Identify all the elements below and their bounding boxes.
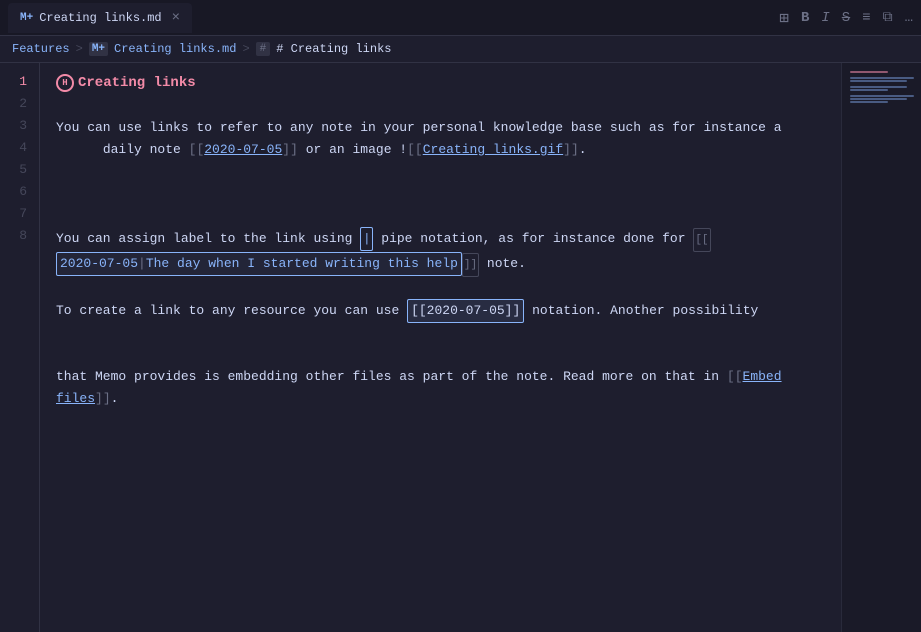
line3-link2-wrapper: [[Creating links.gif]] [407, 139, 579, 161]
line3-link1[interactable]: 2020-07-05 [204, 139, 282, 161]
breadcrumb-md-icon: M+ [89, 42, 108, 56]
tab-label: Creating links.md [39, 11, 161, 25]
split-icon[interactable]: ⧉ [883, 10, 893, 26]
minimap-line-5b [850, 89, 888, 91]
breadcrumb-sep2: > [242, 42, 249, 56]
line5-text2: pipe notation, as for instance done for [373, 228, 693, 250]
line5-text3: note. [479, 253, 526, 275]
line5-wiki-date: 2020-07-05 [60, 253, 138, 275]
tab-md-icon: M+ [20, 12, 33, 24]
title-bar: M+ Creating links.md × ⊞ B I S ≡ ⧉ … [0, 0, 921, 36]
line3-close-bracket1: ]] [282, 139, 298, 161]
line5-wiki-label: The day when I started writing this help [146, 253, 458, 275]
line7-text2: notation. Another possibility [524, 300, 758, 322]
minimap [841, 63, 921, 632]
breadcrumb-file[interactable]: Creating links.md [114, 42, 236, 56]
line7-end: . [111, 388, 119, 410]
line-2 [56, 95, 825, 117]
title-bar-left: M+ Creating links.md × [8, 3, 192, 33]
line-numbers: 1 2 3 4 5 6 7 8 [0, 63, 40, 632]
line-number-3: 3 [0, 115, 39, 137]
line7-text1: To create a link to any resource you can… [56, 300, 407, 322]
minimap-line-3b [850, 80, 908, 82]
line-number-6: 6 [0, 181, 39, 203]
list-icon[interactable]: ≡ [862, 10, 870, 26]
line-1: H Creating links [56, 71, 825, 95]
line5-wiki-content: 2020-07-05 | The day when I started writ… [56, 252, 462, 276]
toolbar: ⊞ B I S ≡ ⧉ … [779, 8, 913, 28]
line-number-5: 5 [0, 159, 39, 181]
breadcrumb: Features > M+ Creating links.md > # # Cr… [0, 36, 921, 63]
line-number-4: 4 [0, 137, 39, 159]
line-8 [56, 410, 825, 432]
line3-end: . [579, 139, 587, 161]
line7-files-link[interactable]: files [56, 388, 95, 410]
minimap-line-5 [850, 86, 908, 88]
line3-text1: You can use links to refer to any note i… [56, 117, 782, 139]
line3-text2: daily note [103, 139, 189, 161]
line-number-2: 2 [0, 93, 39, 115]
line-5: You can assign label to the link using |… [56, 227, 825, 277]
line7-inline-code: [[2020-07-05]] [407, 299, 524, 323]
tab-close-button[interactable]: × [172, 10, 180, 26]
line7-embed-link[interactable]: Embed [743, 366, 782, 388]
minimap-line-1 [850, 71, 888, 73]
editor: 1 2 3 4 5 6 7 8 H Creating links You can… [0, 63, 921, 632]
minimap-line-7c [850, 101, 888, 103]
minimap-line-7b [850, 98, 908, 100]
heading-text: Creating links [78, 72, 196, 94]
line-number-7: 7 [0, 203, 39, 225]
minimap-line-3 [850, 77, 914, 79]
minimap-line-7 [850, 95, 914, 97]
line-number-1: 1 [0, 71, 39, 93]
line5-wiki-pipe: | [138, 253, 146, 275]
line3-text3: or an image ! [298, 139, 407, 161]
line7-embed-close: ]] [95, 388, 111, 410]
line7-embed-open: [[ [727, 366, 743, 388]
line3-open-bracket1: [[ [189, 139, 205, 161]
minimap-content [850, 71, 914, 104]
line3-link1-wrapper: [[2020-07-05]] [189, 139, 298, 161]
italic-icon[interactable]: I [821, 10, 829, 26]
line-3: You can use links to refer to any note i… [56, 117, 825, 205]
line7-space [782, 366, 790, 388]
line5-wiki-close: ]] [462, 253, 479, 277]
line5-pipe: | [360, 227, 373, 251]
line3-open-bracket2: [[ [407, 139, 423, 161]
columns-icon[interactable]: ⊞ [779, 8, 789, 28]
line-number-8: 8 [0, 225, 39, 247]
strikethrough-icon[interactable]: S [842, 10, 850, 26]
bold-icon[interactable]: B [801, 10, 809, 26]
breadcrumb-heading[interactable]: # Creating links [276, 42, 391, 56]
more-icon[interactable]: … [905, 10, 913, 26]
breadcrumb-sep1: > [76, 42, 83, 56]
heading-icon: H [56, 74, 74, 92]
line-7: To create a link to any resource you can… [56, 299, 825, 410]
line5-wiki-open: [[ [693, 228, 710, 252]
line-6 [56, 277, 825, 299]
line7-text3: that Memo provides is embedding other fi… [56, 366, 727, 388]
code-content[interactable]: H Creating links You can use links to re… [40, 63, 841, 632]
active-tab[interactable]: M+ Creating links.md × [8, 3, 192, 33]
line3-close-bracket2: ]] [563, 139, 579, 161]
line-4 [56, 205, 825, 227]
breadcrumb-hash-icon: # [256, 42, 271, 56]
line5-text1: You can assign label to the link using [56, 228, 360, 250]
breadcrumb-features[interactable]: Features [12, 42, 70, 56]
line3-link2[interactable]: Creating links.gif [423, 139, 563, 161]
